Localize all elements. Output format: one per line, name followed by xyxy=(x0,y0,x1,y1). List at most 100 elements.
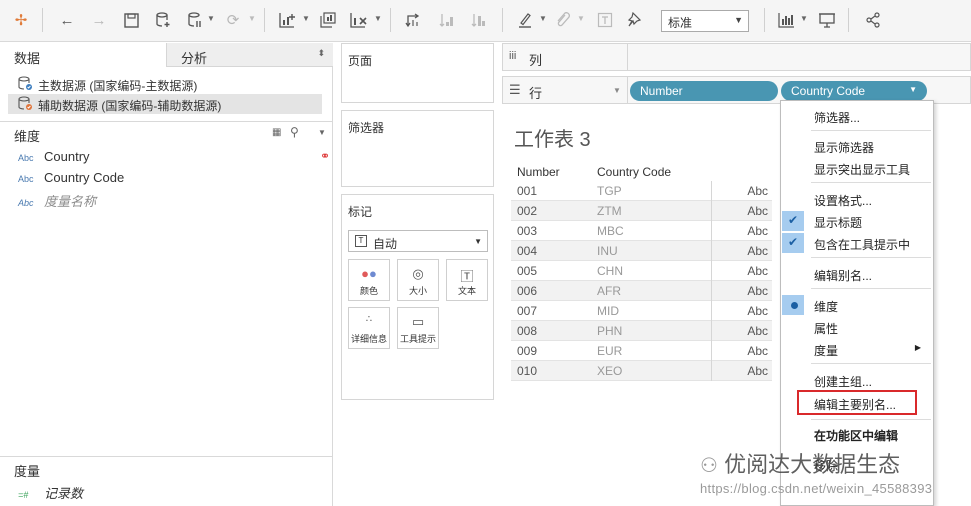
menu-item-edit-in-shelf[interactable]: 在功能区中编辑 xyxy=(781,424,933,444)
duplicate-sheet-icon[interactable] xyxy=(316,9,338,31)
text-button[interactable]: 🅃 文本 xyxy=(446,259,488,301)
string-type-icon: Abc xyxy=(18,153,34,163)
cell-number: 001 xyxy=(517,184,538,198)
sort-asc-icon[interactable] xyxy=(436,9,458,31)
menu-item-format[interactable]: 设置格式... xyxy=(781,189,933,209)
menu-item-create-primary-group[interactable]: 创建主组... xyxy=(781,370,933,390)
table-row[interactable]: 001 TGP Abc xyxy=(511,181,772,201)
cell-number: 006 xyxy=(517,284,538,298)
table-row[interactable]: 009 EUR Abc xyxy=(511,341,772,361)
pages-card[interactable]: 页面 xyxy=(341,43,494,103)
field-country-code[interactable]: Abc Country Code xyxy=(18,170,124,190)
tableau-logo-icon[interactable]: ✢ xyxy=(10,9,32,31)
table-row[interactable]: 002 ZTM Abc xyxy=(511,201,772,221)
columns-shelf[interactable]: iii 列 xyxy=(502,43,971,71)
new-worksheet-icon[interactable] xyxy=(276,9,298,31)
highlight-icon[interactable] xyxy=(514,9,536,31)
save-icon[interactable] xyxy=(120,9,142,31)
marks-card: 标记 T 自动 ▼ ●● 颜色 ◎ 大小 🅃 文本 ∴ 详细信息 ▭ 工具提示 xyxy=(341,194,494,400)
search-icon[interactable]: ⚲ xyxy=(290,125,299,139)
menu-item-edit-primary-alias[interactable]: 编辑主要别名... xyxy=(781,393,933,413)
cell-divider xyxy=(711,301,712,321)
menu-item-dimension[interactable]: 维度 xyxy=(781,295,933,315)
chevron-right-icon: ▶ xyxy=(914,343,921,352)
menu-separator xyxy=(811,257,931,258)
sort-icon[interactable]: ⬍ xyxy=(317,48,325,59)
cell-code: ZTM xyxy=(597,204,622,218)
field-country[interactable]: Abc Country ⚭ xyxy=(18,149,330,169)
measures-title: 度量 xyxy=(14,464,41,479)
table-row[interactable]: 003 MBC Abc xyxy=(511,221,772,241)
detail-icon: ∴ xyxy=(365,314,373,325)
new-datasource-icon[interactable] xyxy=(152,9,174,31)
refresh-icon[interactable]: ⟳ xyxy=(222,9,244,31)
chevron-down-icon[interactable]: ▼ xyxy=(800,14,808,23)
clear-sheet-icon[interactable] xyxy=(348,9,370,31)
menu-item-show-filter[interactable]: 显示筛选器 xyxy=(781,136,933,156)
table-row[interactable]: 007 MID Abc xyxy=(511,301,772,321)
tab-data[interactable]: 数据 xyxy=(0,43,166,67)
field-label: 记录数 xyxy=(44,486,84,501)
detail-button[interactable]: ∴ 详细信息 xyxy=(348,307,390,349)
color-button[interactable]: ●● 颜色 xyxy=(348,259,390,301)
menu-item-include-tooltip[interactable]: 包含在工具提示中 xyxy=(781,233,933,253)
table-row[interactable]: 006 AFR Abc xyxy=(511,281,772,301)
cell-divider xyxy=(711,241,712,261)
chevron-down-icon[interactable]: ▼ xyxy=(248,14,256,23)
pill-country-code[interactable]: Country Code ▼ xyxy=(781,81,927,101)
menu-item-show-highlighter[interactable]: 显示突出显示工具 xyxy=(781,158,933,178)
table-row[interactable]: 008 PHN Abc xyxy=(511,321,772,341)
list-view-icon[interactable]: ▦ xyxy=(272,127,281,138)
field-measure-names[interactable]: Abc 度量名称 xyxy=(18,191,96,211)
presentation-icon[interactable] xyxy=(816,9,838,31)
chevron-down-icon[interactable]: ▼ xyxy=(613,86,621,95)
redo-icon[interactable]: → xyxy=(88,9,110,31)
chevron-down-icon[interactable]: ▼ xyxy=(318,128,326,137)
chevron-down-icon[interactable]: ▼ xyxy=(539,14,547,23)
menu-item-edit-alias[interactable]: 编辑别名... xyxy=(781,264,933,284)
chevron-down-icon[interactable]: ▼ xyxy=(909,85,917,94)
chevron-down-icon[interactable]: ▼ xyxy=(207,14,215,23)
watermark-text: 优阅达大数据生态 xyxy=(724,452,901,477)
chevron-down-icon[interactable]: ▼ xyxy=(302,14,310,23)
datasource-label: 主数据源 (国家编码-主数据源) xyxy=(38,79,198,93)
pause-update-icon[interactable] xyxy=(184,9,206,31)
filters-title: 筛选器 xyxy=(348,121,385,135)
mark-type-select[interactable]: T 自动 ▼ xyxy=(348,230,488,252)
tooltip-button[interactable]: ▭ 工具提示 xyxy=(397,307,439,349)
cell-divider xyxy=(711,261,712,281)
table-row[interactable]: 005 CHN Abc xyxy=(511,261,772,281)
header-number[interactable]: Number xyxy=(517,165,560,179)
pill-number[interactable]: Number xyxy=(630,81,778,101)
menu-item-measure[interactable]: 度量 ▶ xyxy=(781,339,933,359)
datasource-primary[interactable]: 主数据源 (国家编码-主数据源) xyxy=(8,74,322,94)
pin-icon[interactable] xyxy=(624,9,646,31)
chevron-down-icon[interactable]: ▼ xyxy=(374,14,382,23)
swap-icon[interactable] xyxy=(402,9,424,31)
field-record-count[interactable]: =# 记录数 xyxy=(18,483,83,503)
table-row[interactable]: 010 XEO Abc xyxy=(511,361,772,381)
menu-item-attribute[interactable]: 属性 xyxy=(781,317,933,337)
cell-value: Abc xyxy=(747,204,768,218)
datasource-secondary[interactable]: 辅助数据源 (国家编码-辅助数据源) xyxy=(8,94,322,114)
table-row[interactable]: 004 INU Abc xyxy=(511,241,772,261)
share-icon[interactable] xyxy=(862,9,884,31)
size-button[interactable]: ◎ 大小 xyxy=(397,259,439,301)
chart-icon[interactable] xyxy=(776,9,798,31)
sort-desc-icon[interactable] xyxy=(468,9,490,31)
menu-item-show-header[interactable]: 显示标题 xyxy=(781,211,933,231)
menu-item-label: 度量 xyxy=(814,344,839,358)
chevron-down-icon[interactable]: ▼ xyxy=(577,14,585,23)
toolbar-separator xyxy=(848,8,849,32)
undo-icon[interactable]: ← xyxy=(56,9,78,31)
menu-item-filter[interactable]: 筛选器... xyxy=(781,106,933,126)
tab-analysis[interactable]: 分析 ⬍ xyxy=(166,43,333,67)
filters-card[interactable]: 筛选器 xyxy=(341,110,494,187)
header-country-code[interactable]: Country Code xyxy=(597,165,671,179)
cell-value: Abc xyxy=(747,364,768,378)
label-icon[interactable] xyxy=(594,9,616,31)
link-icon[interactable]: ⚭ xyxy=(320,149,330,163)
fit-select[interactable]: 标准 ▼ xyxy=(661,10,749,32)
group-icon[interactable] xyxy=(552,9,574,31)
cell-value: Abc xyxy=(747,284,768,298)
